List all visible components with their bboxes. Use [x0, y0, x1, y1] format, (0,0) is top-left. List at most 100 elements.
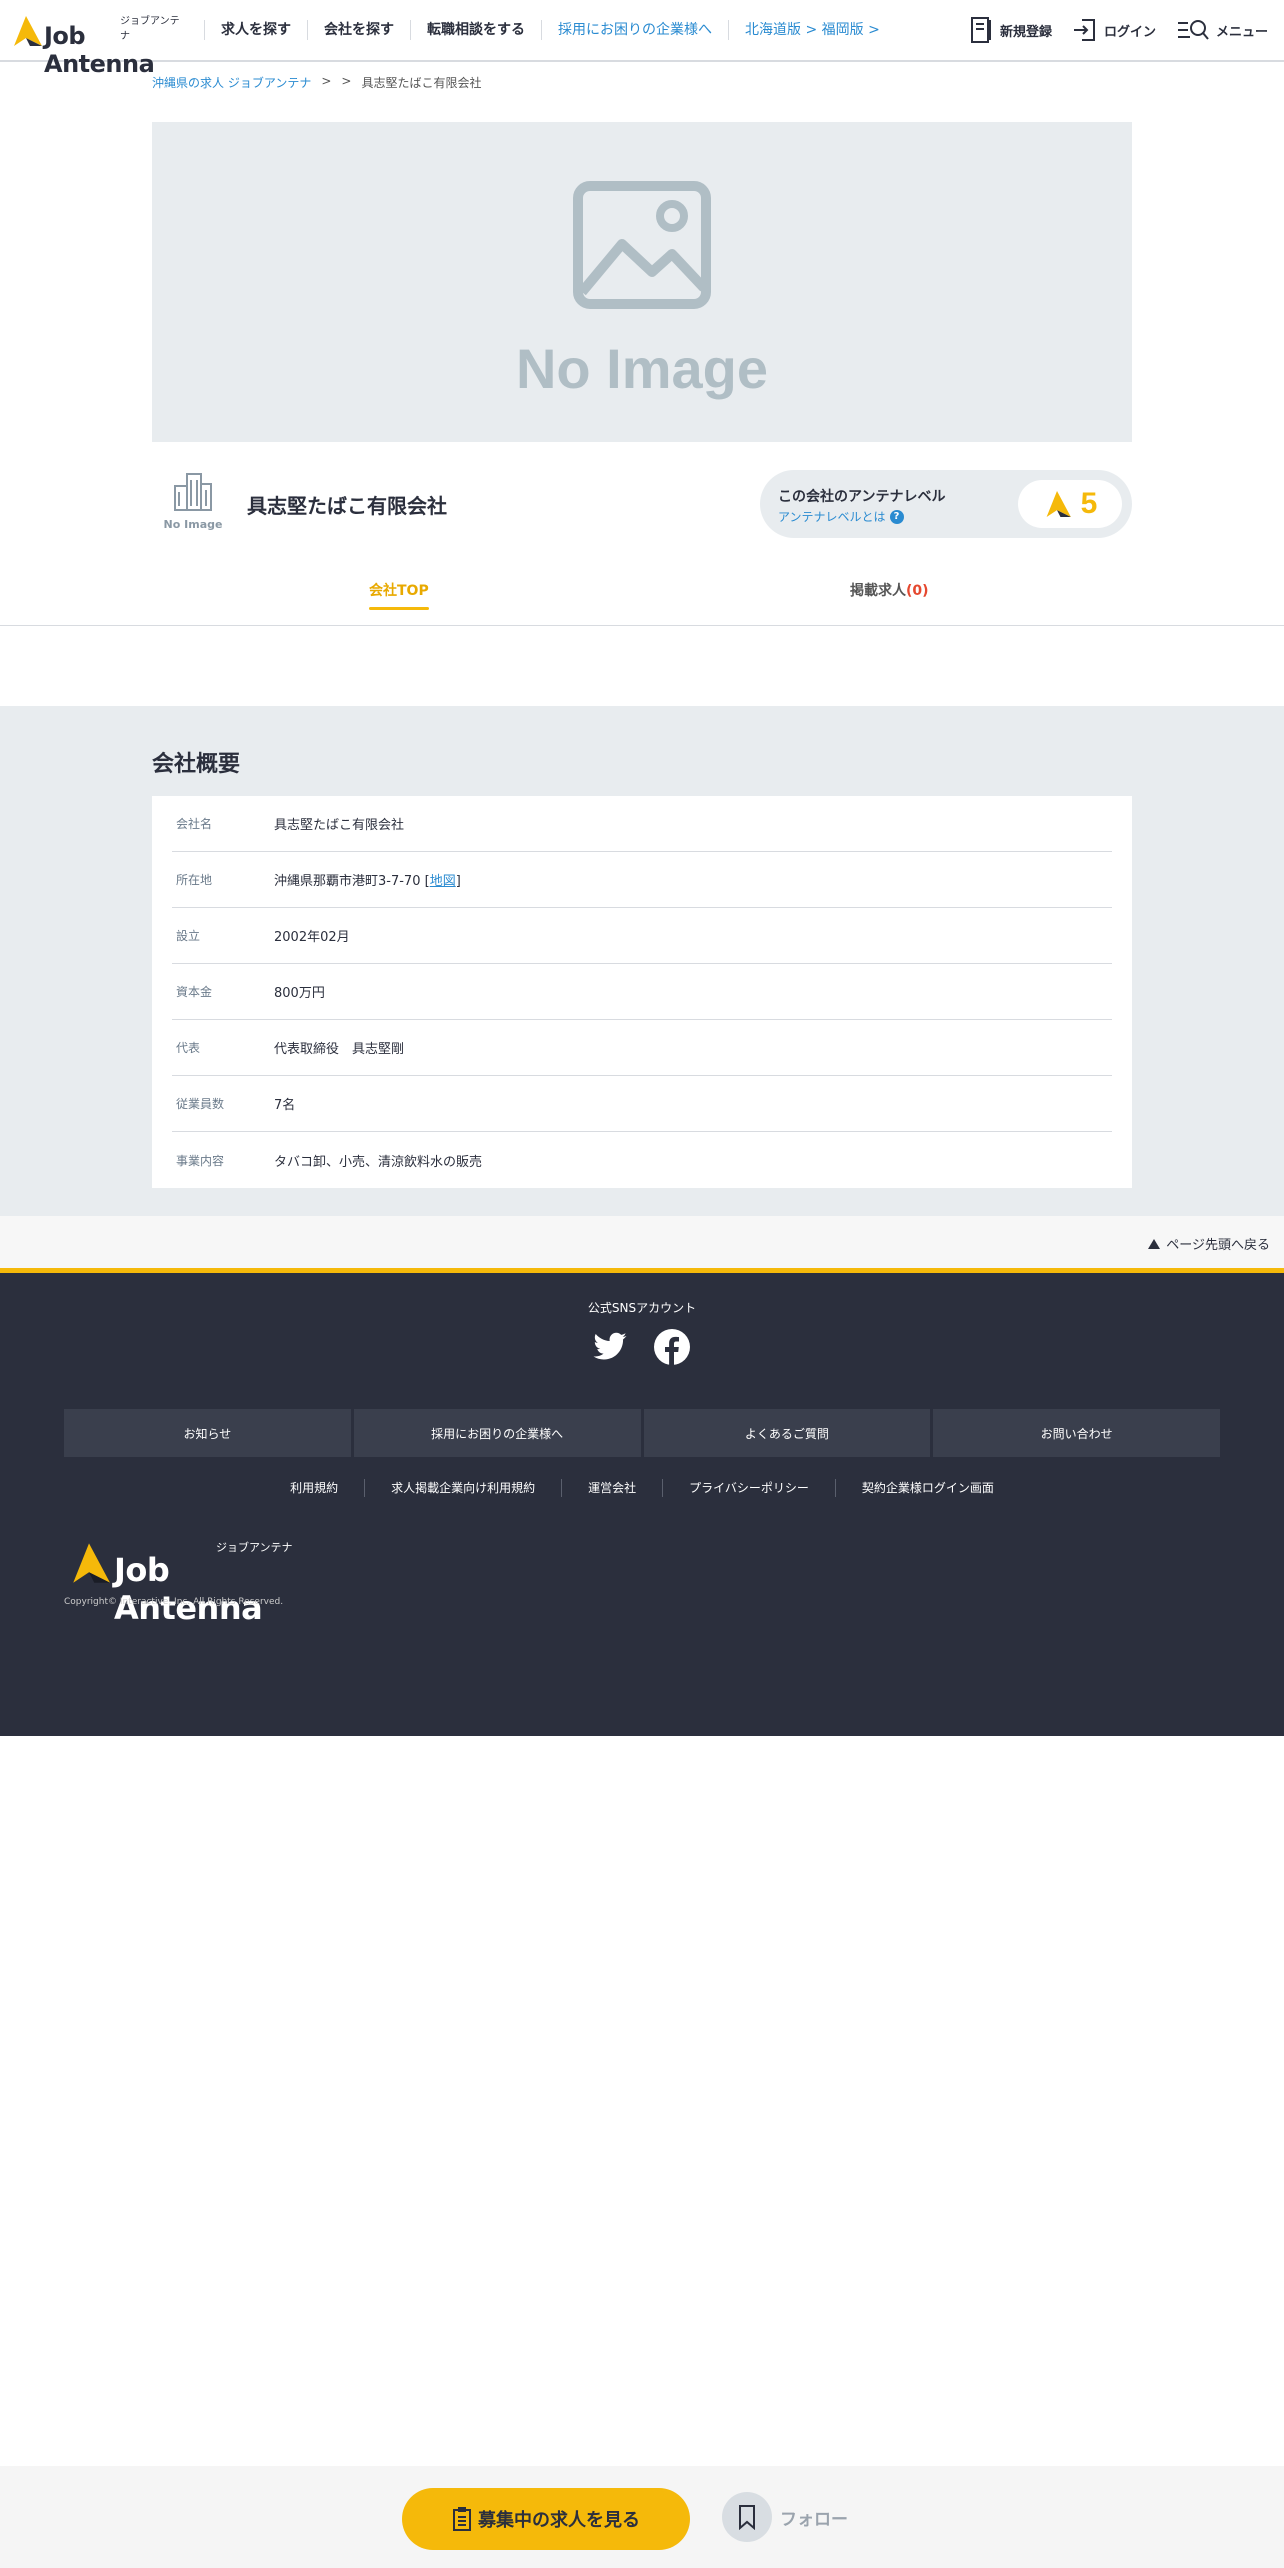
table-row: 会社名 具志堅たばこ有限会社 — [172, 796, 1112, 852]
table-row: 資本金 800万円 — [172, 964, 1112, 1020]
bookmark-icon — [722, 2492, 772, 2542]
antenna-level-help-link[interactable]: アンテナレベルとは ? — [778, 508, 904, 525]
company-logo-caption: No Image — [163, 518, 223, 531]
row-key: 所在地 — [176, 873, 213, 887]
clipboard-icon — [453, 2507, 471, 2531]
nav-regional-editions[interactable]: 北海道版 > 福岡版 > — [728, 20, 896, 40]
company-overview-section: 会社概要 会社名 具志堅たばこ有限会社 所在地 沖縄県那覇市港町3-7-70 [… — [0, 706, 1284, 1216]
table-row: 代表 代表取締役 具志堅剛 — [172, 1020, 1112, 1076]
row-value: 具志堅たばこ有限会社 — [274, 818, 405, 833]
footer-logo-wordmark: Job Antenna — [114, 1551, 263, 1627]
menu-search-icon — [1177, 20, 1209, 40]
nav-search-jobs[interactable]: 求人を探す — [204, 20, 307, 40]
footer-nav-news[interactable]: お知らせ — [64, 1409, 351, 1457]
company-logo: No Image — [158, 472, 228, 534]
row-value: 2002年02月 — [274, 930, 350, 945]
company-tabs: 会社TOP 掲載求人(0) — [0, 566, 1284, 626]
antenna-level-title: この会社のアンテナレベル — [778, 489, 946, 505]
table-row: 事業内容 タバコ卸、小売、清涼飲料水の販売 — [172, 1132, 1112, 1188]
register-button[interactable]: 新規登録 — [970, 16, 1052, 44]
footer-link-employer-terms[interactable]: 求人掲載企業向け利用規約 — [364, 1479, 561, 1497]
row-key: 資本金 — [176, 985, 213, 999]
table-row: 設立 2002年02月 — [172, 908, 1112, 964]
login-label: ログイン — [1103, 24, 1156, 40]
breadcrumb: 沖縄県の求人 ジョブアンテナ > > 具志堅たばこ有限会社 — [152, 74, 481, 91]
company-name: 具志堅たばこ有限会社 — [247, 494, 447, 518]
footer-link-privacy[interactable]: プライバシーポリシー — [662, 1479, 835, 1497]
sns-links — [590, 1329, 690, 1369]
arrow-up-icon — [1148, 1238, 1161, 1249]
breadcrumb-separator: > — [321, 74, 332, 88]
row-key: 会社名 — [176, 817, 213, 831]
back-to-top-label: ページ先頭へ戻る — [1166, 1238, 1270, 1253]
footer-link-company[interactable]: 運営会社 — [561, 1479, 662, 1497]
table-row: 従業員数 7名 — [172, 1076, 1112, 1132]
row-value: 7名 — [274, 1098, 296, 1113]
footer-links: 利用規約 求人掲載企業向け利用規約 運営会社 プライバシーポリシー 契約企業様ロ… — [0, 1479, 1284, 1497]
footer-logo[interactable]: ジョブアンテナ Job Antenna — [64, 1539, 304, 1627]
antenna-logo-icon — [14, 16, 42, 46]
back-to-top-link[interactable]: ページ先頭へ戻る — [1148, 1234, 1270, 1253]
no-image-text: No Image — [515, 337, 769, 400]
building-icon — [174, 473, 212, 511]
help-icon: ? — [889, 509, 904, 524]
tab-job-listings[interactable]: 掲載求人(0) — [850, 580, 929, 600]
tab-job-listings-label: 掲載求人 — [850, 583, 906, 599]
nav-career-consult[interactable]: 転職相談をする — [410, 20, 541, 40]
image-placeholder-icon — [573, 181, 711, 309]
row-key: 代表 — [176, 1041, 201, 1055]
register-label: 新規登録 — [999, 24, 1052, 40]
antenna-level-box: この会社のアンテナレベル アンテナレベルとは ? 5 — [760, 470, 1132, 538]
register-icon — [970, 17, 991, 43]
menu-button[interactable]: メニュー — [1176, 18, 1268, 42]
footer-nav: お知らせ 採用にお困りの企業様へ よくあるご質問 お問い合わせ — [64, 1409, 1220, 1457]
row-value: 800万円 — [274, 986, 325, 1001]
twitter-icon[interactable] — [590, 1329, 630, 1369]
row-value: タバコ卸、小売、清涼飲料水の販売 — [274, 1154, 483, 1170]
sns-title: 公式SNSアカウント — [587, 1301, 697, 1315]
facebook-icon[interactable] — [654, 1329, 690, 1369]
view-open-jobs-label: 募集中の求人を見る — [478, 2510, 640, 2531]
company-hero-image: No Image — [152, 122, 1132, 442]
site-footer: 公式SNSアカウント お知らせ 採用にお困りの企業様へ よくあるご質問 お問い合… — [0, 1268, 1284, 1736]
tab-company-top[interactable]: 会社TOP — [369, 580, 429, 610]
row-value-address: 沖縄県那覇市港町3-7-70 [地図] — [274, 874, 461, 889]
breadcrumb-current: 具志堅たばこ有限会社 — [361, 76, 482, 90]
antenna-level-value: 5 — [1080, 487, 1098, 520]
row-value: 代表取締役 具志堅剛 — [274, 1042, 405, 1057]
login-button[interactable]: ログイン — [1072, 17, 1156, 43]
address-text: 沖縄県那覇市港町3-7-70 — [274, 874, 421, 889]
site-header: ジョブアンテナ Job Antenna 求人を探す 会社を探す 転職相談をする … — [0, 0, 1284, 78]
footer-link-client-login[interactable]: 契約企業様ログイン画面 — [834, 1479, 1020, 1497]
follow-button[interactable]: フォロー — [722, 2492, 848, 2542]
row-key: 従業員数 — [176, 1097, 225, 1111]
overview-title: 会社概要 — [152, 752, 241, 777]
tab-job-listings-count: (0) — [906, 583, 929, 599]
follow-label: フォロー — [780, 2509, 848, 2530]
copyright: Copyright© Interactive, Inc. All Rights … — [64, 1597, 284, 1607]
row-key: 事業内容 — [176, 1153, 225, 1168]
footer-nav-contact[interactable]: お問い合わせ — [933, 1409, 1220, 1457]
menu-label: メニュー — [1215, 24, 1268, 40]
footer-nav-faq[interactable]: よくあるご質問 — [643, 1409, 931, 1457]
bottom-action-bar: 募集中の求人を見る フォロー — [0, 2466, 1284, 2568]
nav-search-companies[interactable]: 会社を探す — [307, 20, 410, 40]
antenna-logo-icon — [1046, 491, 1071, 517]
view-open-jobs-button[interactable]: 募集中の求人を見る — [402, 2488, 690, 2550]
antenna-level-badge: 5 — [1018, 480, 1122, 528]
global-nav: 求人を探す 会社を探す 転職相談をする 採用にお困りの企業様へ 北海道版 > 福… — [204, 0, 896, 60]
breadcrumb-home[interactable]: 沖縄県の求人 ジョブアンテナ — [152, 74, 311, 91]
login-icon — [1073, 19, 1095, 41]
nav-for-employers[interactable]: 採用にお困りの企業様へ — [541, 20, 728, 40]
map-link[interactable]: 地図 — [430, 874, 456, 889]
breadcrumb-separator: > — [341, 74, 352, 88]
overview-table: 会社名 具志堅たばこ有限会社 所在地 沖縄県那覇市港町3-7-70 [地図] 設… — [152, 796, 1132, 1188]
antenna-level-help-label: アンテナレベルとは — [778, 510, 886, 524]
page-top-bar: ページ先頭へ戻る — [0, 1216, 1284, 1268]
footer-nav-employers[interactable]: 採用にお困りの企業様へ — [353, 1409, 641, 1457]
footer-link-terms[interactable]: 利用規約 — [264, 1479, 364, 1497]
site-logo[interactable]: ジョブアンテナ Job Antenna — [10, 12, 185, 78]
header-actions: 新規登録 ログイン メニュー — [970, 0, 1268, 60]
table-row: 所在地 沖縄県那覇市港町3-7-70 [地図] — [172, 852, 1112, 908]
logo-wordmark: Job Antenna — [44, 22, 155, 78]
